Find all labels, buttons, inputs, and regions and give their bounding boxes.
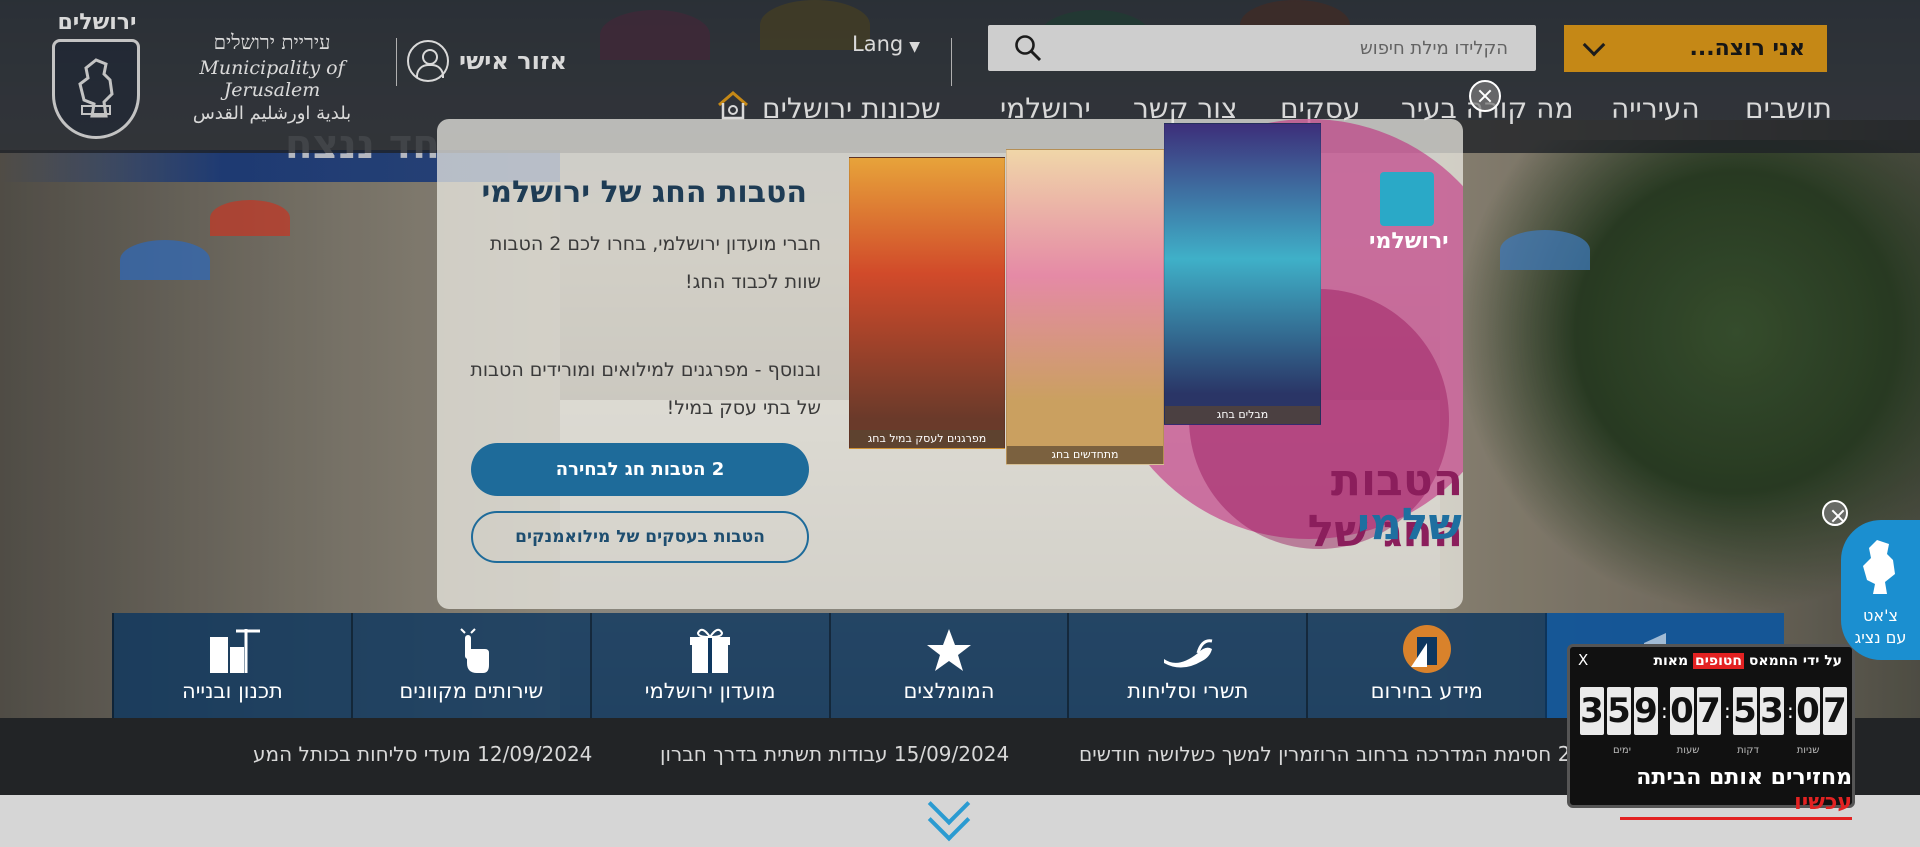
- poster-renewal: מתחדשים בחג: [1006, 149, 1164, 465]
- modal-title: הטבות החג של ירושלמי: [481, 175, 807, 210]
- news-item[interactable]: 25 חסימת המדרכה ברחוב הרוזמרין למשך כשלו…: [1079, 742, 1583, 766]
- star-icon: [927, 629, 971, 671]
- quick-link-tishrei[interactable]: תשרי וסליחות: [1067, 613, 1306, 718]
- chat-close-button[interactable]: [1822, 500, 1848, 526]
- gift-icon: [690, 628, 731, 673]
- i-want-label: אני רוצה...: [1689, 36, 1805, 61]
- language-label: Lang: [852, 32, 904, 56]
- countdown-digit: 5: [1607, 687, 1631, 735]
- nav-residents[interactable]: תושבים: [1745, 92, 1832, 132]
- chevron-down-icon: [1582, 33, 1606, 56]
- holiday-benefits-modal: מפרגנים לעסק במיל בחג מתחדשים בחג מבלים …: [437, 119, 1463, 609]
- countdown-slogan-red: עכשיו: [1794, 790, 1852, 815]
- poster-caption: מבלים בחג: [1165, 406, 1320, 424]
- countdown-digit: 7: [1697, 687, 1721, 735]
- countdown-digit: 0: [1670, 687, 1694, 735]
- municipality-english: Municipality of Jerusalem: [199, 57, 345, 101]
- countdown-digit: 7: [1823, 687, 1847, 735]
- quick-link-label: המומלצים: [903, 679, 995, 703]
- quick-links-bar: תכנון ובנייה שירותים מקוונים מועדון ירוש…: [112, 613, 1785, 718]
- countdown-close-button[interactable]: X: [1578, 651, 1588, 669]
- countdown-unit-seconds: שניות: [1796, 745, 1820, 756]
- holiday-benefits-button[interactable]: 2 הטבות חג לבחירה: [471, 443, 809, 496]
- countdown-header-pre: מאות: [1653, 653, 1689, 669]
- umbrella-decoration: [120, 240, 210, 280]
- poster-caption: מתחדשים בחג: [1007, 446, 1163, 464]
- countdown-header-highlight: חטופים: [1693, 653, 1745, 669]
- municipality-hebrew: עיריית ירושלים: [213, 30, 331, 54]
- home-icon: [718, 91, 748, 120]
- image-title-line2: ירושלמי: [1357, 499, 1463, 550]
- countdown-digit: 3: [1580, 687, 1604, 735]
- modal-promo-image[interactable]: מפרגנים לעסק במיל בחג מתחדשים בחג מבלים …: [849, 119, 1463, 609]
- poster-reserve: מפרגנים לעסק במיל בחג: [849, 157, 1005, 449]
- modal-paragraph: חברי מועדון ירושלמי, בחרו לכם 2 הטבות שו…: [489, 233, 821, 293]
- news-item[interactable]: 12/09/2024 מועדי סליחות בכותל המע: [253, 742, 592, 766]
- chat-widget-button[interactable]: צ'אט עם נציג: [1841, 520, 1920, 660]
- shofar-icon: [1163, 639, 1213, 668]
- quick-link-label: מועדון ירושלמי: [644, 679, 776, 703]
- quick-link-label: שירותים מקוונים: [399, 679, 544, 703]
- countdown-header: על ידי החמאס חטופים מאות: [1653, 653, 1842, 669]
- i-want-dropdown[interactable]: אני רוצה...: [1564, 25, 1827, 72]
- chat-label-line1: צ'אט: [1863, 606, 1898, 625]
- quick-link-online-services[interactable]: שירותים מקוונים: [350, 613, 590, 718]
- user-avatar-icon: [407, 40, 449, 82]
- modal-paragraph: ובנוסף - מפרגנים למילואים ומורידים הטבות…: [470, 359, 821, 419]
- search-icon[interactable]: [1014, 34, 1042, 62]
- countdown-separator: :: [1787, 699, 1794, 723]
- emergency-icon: [1402, 625, 1451, 673]
- quick-link-label: מידע בחירום: [1370, 679, 1483, 703]
- lion-shield-icon: [52, 39, 140, 139]
- quick-link-label: תכנון ובנייה: [182, 679, 283, 703]
- lion-icon: [1863, 540, 1895, 594]
- personal-area-label: אזור אישי: [459, 47, 567, 75]
- municipality-arabic: بلدية اورشليم القدس: [192, 103, 352, 124]
- quick-link-yerushalmi-club[interactable]: מועדון ירושלמי: [589, 613, 829, 718]
- countdown-header-post: על ידי החמאס: [1748, 653, 1842, 669]
- news-item[interactable]: 15/09/2024 עבודות תשתית בדרך חברון: [660, 742, 1009, 766]
- divider: [396, 38, 397, 86]
- buildings-icon: [210, 629, 261, 673]
- countdown-digit: 0: [1796, 687, 1820, 735]
- modal-close-button[interactable]: [1469, 80, 1501, 112]
- countdown-separator: :: [1724, 699, 1731, 723]
- countdown-digit: 3: [1760, 687, 1784, 735]
- countdown-separator: :: [1661, 699, 1668, 723]
- poster-fun: מבלים בחג: [1164, 123, 1321, 425]
- quick-link-planning[interactable]: תכנון ובנייה: [112, 613, 351, 718]
- personal-area-button[interactable]: אזור אישי: [407, 40, 567, 82]
- jerusalem-logo[interactable]: ירושלים: [52, 10, 142, 150]
- countdown-unit-minutes: דקות: [1737, 745, 1759, 756]
- countdown-unit-days: ימים: [1613, 745, 1631, 756]
- search-box: [988, 25, 1536, 71]
- yerushalmi-logo-icon: [1380, 172, 1434, 226]
- chat-label-line2: עם נציג: [1854, 628, 1907, 647]
- countdown-digit: 5: [1733, 687, 1757, 735]
- reservist-business-button[interactable]: הטבות בעסקים של מילואמנקים: [471, 511, 809, 563]
- countdown-digit: 9: [1634, 687, 1658, 735]
- touch-hand-icon: [460, 628, 490, 673]
- search-input[interactable]: [1048, 26, 1518, 70]
- countdown-unit-hours: שעות: [1676, 745, 1700, 756]
- quick-link-recommended[interactable]: המומלצים: [828, 613, 1068, 718]
- logo-title: ירושלים: [57, 10, 137, 35]
- language-dropdown[interactable]: Lang ▼: [852, 32, 920, 56]
- countdown-slogan-text: מחזירים אותם הביתה: [1636, 765, 1852, 790]
- countdown-slogan: מחזירים אותם הביתה עכשיו: [1620, 765, 1852, 820]
- brand-name: ירושלמי: [1369, 229, 1449, 254]
- umbrella-decoration: [210, 200, 290, 236]
- countdown-digits: 3 5 9 : 0 7 : 5 3 : 0 7: [1580, 687, 1847, 735]
- poster-caption: מפרגנים לעסק במיל בחג: [850, 430, 1004, 448]
- nav-municipality[interactable]: העירייה: [1611, 92, 1700, 132]
- quick-link-label: תשרי וסליחות: [1127, 679, 1249, 703]
- caret-down-icon: ▼: [909, 39, 920, 55]
- divider: [951, 38, 952, 86]
- municipality-name: עיריית ירושלים Municipality of Jerusalem…: [164, 30, 380, 124]
- hostages-countdown-widget[interactable]: X על ידי החמאס חטופים מאות 3 5 9 : 0 7 :…: [1567, 644, 1855, 820]
- umbrella-decoration: [1500, 230, 1590, 270]
- quick-link-emergency[interactable]: מידע בחירום: [1306, 613, 1545, 718]
